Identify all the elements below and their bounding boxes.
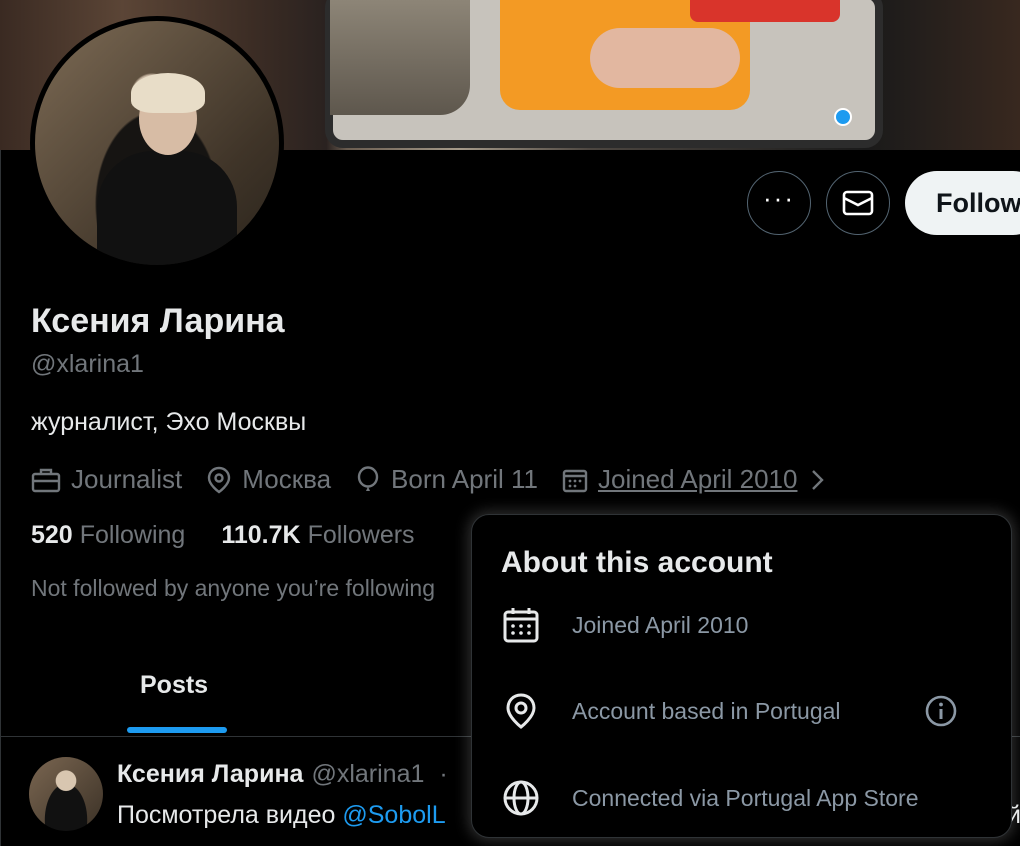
meta-category: Journalist [31,464,182,495]
follow-counts: 520 Following 110.7K Followers [31,521,451,550]
meta-category-label: Journalist [71,464,183,494]
post-text-body: Посмотрела видео [117,801,343,829]
post-author-name[interactable]: Ксения Ларина [117,760,303,788]
more-icon: ··· [763,183,795,213]
meta-birthday-label: Born April 11 [391,464,538,494]
post-avatar[interactable] [29,757,103,831]
meta-location-label: Москва [242,464,332,494]
banner-chair [330,0,470,115]
popover-based-row: Account based in Portugal [501,691,991,731]
popover-connected-text: Connected via Portugal App Store [572,784,919,811]
banner-hands [590,28,740,88]
post-text: Посмотрела видео @SobolL [117,801,446,830]
popover-title: About this account [501,546,773,579]
post-separator: · [439,760,448,788]
post-header: Ксения Ларина @xlarina1 · [117,760,448,789]
followers-label: Followers [307,521,415,549]
avatar-body [97,151,237,265]
banner-camera-icon [834,108,852,126]
briefcase-icon [31,468,61,492]
profile-avatar[interactable] [30,16,284,270]
mail-icon [842,190,874,216]
calendar-icon [503,608,539,643]
active-tab-indicator [127,727,227,733]
post-author-handle[interactable]: @xlarina1 [311,760,424,788]
meta-location: Москва [206,464,331,495]
following-number: 520 [31,521,73,549]
profile-name: Ксения Ларина [31,302,285,340]
meta-joined-link[interactable]: Joined April 2010 [598,464,797,495]
following-count[interactable]: 520 Following [31,521,185,550]
popover-joined-text: Joined April 2010 [572,611,749,638]
column-border [0,150,1,846]
banner-red-object [690,0,840,22]
more-button[interactable]: ··· [747,171,811,235]
meta-birthday: Born April 11 [355,464,538,495]
globe-icon [503,780,539,816]
popover-joined-row: Joined April 2010 [501,605,991,645]
followers-count[interactable]: 110.7K Followers [221,521,414,550]
follow-button[interactable]: Follow [905,171,1020,235]
not-followed-text: Not followed by anyone you’re following [31,575,436,601]
following-label: Following [79,521,186,549]
meta-joined[interactable]: Joined April 2010 [562,464,839,495]
avatar-hair [131,73,205,113]
popover-based-text: Account based in Portugal [572,697,841,724]
calendar-icon [562,469,588,492]
info-icon[interactable] [924,694,958,728]
message-button[interactable] [826,171,890,235]
balloon-icon [357,465,379,491]
popover-connected-row: Connected via Portugal App Store [501,778,991,818]
profile-bio: журналист, Эхо Москвы [31,408,307,436]
followers-number: 110.7K [221,521,301,549]
chevron-right-icon[interactable] [807,467,829,493]
location-pin-icon [208,466,231,493]
tab-posts[interactable]: Posts [140,671,208,700]
location-pin-icon [506,693,536,729]
post-mention-link[interactable]: @SobolL [342,801,445,829]
about-account-popover: About this account Joined April 2010 Acc… [471,514,1012,838]
profile-handle: @xlarina1 [31,350,144,378]
profile-meta: Journalist Москва Born April 11 Joined A… [31,464,863,495]
